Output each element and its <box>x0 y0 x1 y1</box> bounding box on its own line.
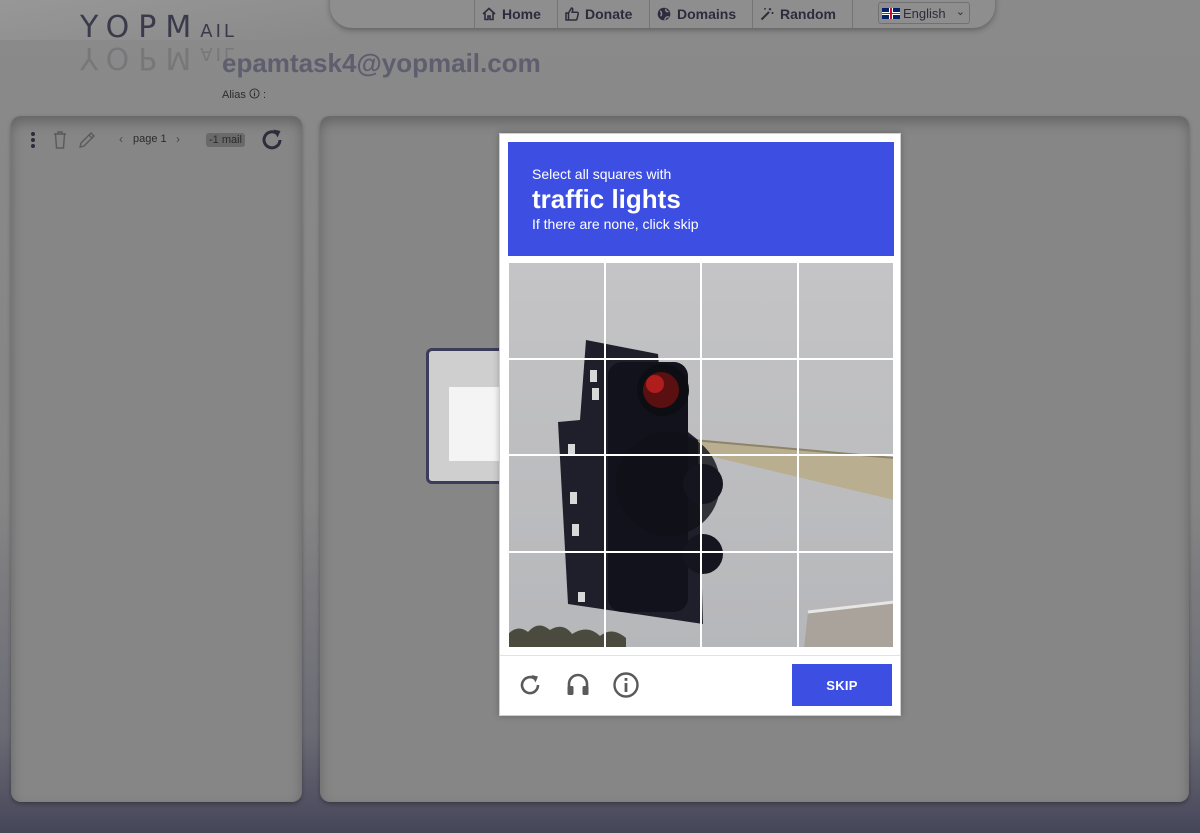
info-icon[interactable] <box>249 88 260 99</box>
headphones-icon[interactable] <box>564 671 592 699</box>
tile-10[interactable] <box>604 455 701 552</box>
page-indicator: page 1 <box>133 133 167 145</box>
nav-domains[interactable]: Domains <box>649 0 742 28</box>
prompt-instruction: Select all squares with <box>532 166 672 182</box>
inbox-list-panel: ‹ page 1 › -1 mail <box>11 116 302 802</box>
tile-grid <box>508 262 894 648</box>
tile-2[interactable] <box>604 262 701 359</box>
nav-random[interactable]: Random <box>752 0 842 28</box>
nav-donate-label: Donate <box>585 6 633 22</box>
captcha-challenge: Select all squares with traffic lights I… <box>499 133 901 716</box>
mail-count-badge: -1 mail <box>206 133 246 147</box>
captcha-anchor-box <box>426 348 509 484</box>
tile-7[interactable] <box>701 358 798 455</box>
inbox-toolbar: ‹ page 1 › -1 mail <box>11 126 302 156</box>
nav-home-label: Home <box>502 6 541 22</box>
prev-page-icon[interactable]: ‹ <box>119 132 123 146</box>
nav-domains-label: Domains <box>677 6 737 22</box>
trash-icon[interactable] <box>52 130 68 150</box>
inbox-email-address: epamtask4@yopmail.com <box>222 48 541 78</box>
challenge-prompt: Select all squares with traffic lights I… <box>508 142 894 256</box>
skip-button[interactable]: SKIP <box>792 664 892 706</box>
info-icon[interactable] <box>612 671 640 699</box>
more-vertical-icon[interactable] <box>29 130 37 150</box>
home-icon <box>482 7 496 21</box>
nav-divider <box>852 0 853 28</box>
thumbs-up-icon <box>565 7 580 21</box>
pencil-icon[interactable] <box>77 130 97 150</box>
nav-home[interactable]: Home <box>474 0 547 28</box>
challenge-image-grid <box>508 262 894 648</box>
alias-label: Alias : <box>222 88 267 101</box>
tile-12[interactable] <box>797 455 894 552</box>
nav-donate[interactable]: Donate <box>557 0 638 28</box>
tile-14[interactable] <box>604 551 701 648</box>
next-page-icon[interactable]: › <box>176 132 180 146</box>
prompt-hint: If there are none, click skip <box>532 216 699 232</box>
magic-wand-icon <box>760 8 774 21</box>
tile-3[interactable] <box>701 262 798 359</box>
tile-11[interactable] <box>701 455 798 552</box>
tile-13[interactable] <box>508 551 605 648</box>
tile-15[interactable] <box>701 551 798 648</box>
prompt-target: traffic lights <box>532 184 681 214</box>
nav-random-label: Random <box>780 6 836 22</box>
chevron-down-icon: ⌄ <box>955 6 965 18</box>
tile-4[interactable] <box>797 262 894 359</box>
tile-1[interactable] <box>508 262 605 359</box>
tile-9[interactable] <box>508 455 605 552</box>
tile-16[interactable] <box>797 551 894 648</box>
uk-flag-icon <box>882 7 900 19</box>
reload-challenge-icon[interactable] <box>516 671 544 699</box>
top-navbar: Home Donate Domains Random English ⌄ <box>330 0 995 28</box>
refresh-icon[interactable] <box>258 126 286 154</box>
language-select[interactable]: English ⌄ <box>878 2 970 24</box>
tile-8[interactable] <box>797 358 894 455</box>
footer-divider <box>500 655 900 656</box>
tile-5[interactable] <box>508 358 605 455</box>
language-label: English <box>903 5 946 21</box>
globe-icon <box>657 7 671 21</box>
tile-6[interactable] <box>604 358 701 455</box>
